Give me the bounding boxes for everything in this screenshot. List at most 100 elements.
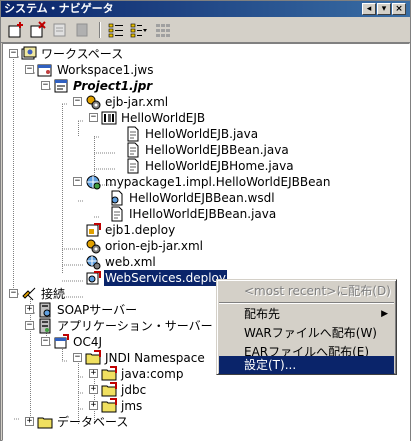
list-view-icon[interactable] <box>107 21 125 39</box>
web-service-icon <box>85 174 101 190</box>
tree-item-label: JNDI Namespace <box>105 351 205 365</box>
tree-item-label: 接続 <box>41 287 66 301</box>
collapse-toggle[interactable]: − <box>41 337 50 346</box>
window-title: システム・ナビゲータ <box>4 2 114 15</box>
java-file-icon <box>125 126 141 142</box>
menu-separator <box>219 302 394 304</box>
tree-item-workspace[interactable]: Workspace1.jws <box>37 62 154 78</box>
expand-toggle[interactable]: + <box>25 305 34 314</box>
grid-view-icon <box>154 21 172 39</box>
tree-item-helloworldejb[interactable]: HelloWorldEJB <box>101 110 206 126</box>
menu-item-deploy-to[interactable]: 配布先 ▶ <box>219 305 394 324</box>
expand-toggle[interactable]: + <box>25 417 34 426</box>
tree-item-label: mypackage1.impl.HelloWorldEJBBean <box>105 175 331 189</box>
tree-item-label: java:comp <box>121 367 184 381</box>
collapse-toggle[interactable]: − <box>73 97 82 106</box>
expand-toggle[interactable]: + <box>89 385 98 394</box>
sort-list-icon[interactable] <box>129 21 147 39</box>
tree-item-java-file[interactable]: HelloWorldEJB.java <box>125 126 259 142</box>
project-icon <box>53 78 69 94</box>
collapse-toggle[interactable]: − <box>73 353 82 362</box>
tree-item-workspaces[interactable]: ワークスペース <box>21 46 124 62</box>
tree-item-label: IHelloWorldEJBBean.java <box>129 207 277 221</box>
tree-item-soap-server[interactable]: SOAPサーバー <box>37 302 138 318</box>
tree-item-java-file[interactable]: IHelloWorldEJBBean.java <box>109 206 277 222</box>
tree-item-java-comp[interactable]: java:comp <box>101 366 184 382</box>
tree-item-label: SOAPサーバー <box>57 303 138 317</box>
tree-item-database[interactable]: データベース <box>37 414 129 430</box>
tree-item-label: Workspace1.jws <box>57 63 154 77</box>
oc4j-icon <box>53 334 69 350</box>
toolbar <box>1 18 410 43</box>
disabled-icon-2 <box>73 21 91 39</box>
tree-item-connections[interactable]: 接続 <box>21 286 66 302</box>
tree-item-label: データベース <box>57 415 129 429</box>
tree-item-jndi-namespace[interactable]: JNDI Namespace <box>85 350 206 366</box>
collapse-toggle[interactable]: − <box>41 81 50 90</box>
float-button[interactable]: ◂ <box>362 3 376 15</box>
java-file-icon <box>125 158 141 174</box>
tree-item-ejb-jar-xml[interactable]: ejb-jar.xml <box>85 94 169 110</box>
collapse-toggle[interactable]: − <box>73 177 82 186</box>
tree-item-label: orion-ejb-jar.xml <box>105 239 204 253</box>
tree-item-label: HelloWorldEJBBean.wsdl <box>129 191 275 205</box>
connections-icon <box>21 286 37 302</box>
menu-item-deploy-war[interactable]: WARファイルへ配布(W) <box>219 324 394 343</box>
navigator-tree[interactable]: − − − − − − − + − − − + + + + ワークスペース Wo… <box>2 43 410 441</box>
folder-icon <box>85 350 101 366</box>
collapse-toggle[interactable]: − <box>25 65 34 74</box>
expand-toggle[interactable]: + <box>89 401 98 410</box>
expand-toggle[interactable]: + <box>89 369 98 378</box>
tree-item-label: アプリケーション・サーバー <box>57 319 213 333</box>
workspace-icon <box>37 62 53 78</box>
wsdl-file-icon <box>109 190 125 206</box>
collapse-toggle[interactable]: − <box>25 321 34 330</box>
java-file-icon <box>109 206 125 222</box>
web-xml-icon <box>85 254 101 270</box>
tree-item-java-file[interactable]: HelloWorldEJBHome.java <box>125 158 295 174</box>
menu-item-settings[interactable]: 設定(T)... <box>219 356 394 374</box>
system-navigator-window: システム・ナビゲータ ◂ ▾ × − − − − − − − + − − − +… <box>0 0 411 441</box>
collapse-toggle[interactable]: − <box>89 113 98 122</box>
tree-item-label: ejb1.deploy <box>105 223 176 237</box>
java-file-icon <box>125 142 141 158</box>
tree-item-label: ワークスペース <box>41 47 124 61</box>
title-bar[interactable]: システム・ナビゲータ ◂ ▾ × <box>1 1 410 17</box>
tree-item-webservices-deploy[interactable]: WebServices.deploy <box>85 269 228 287</box>
menu-item-label: 配布先 <box>244 307 281 321</box>
tree-item-java-file[interactable]: HelloWorldEJBBean.java <box>125 142 290 158</box>
app-server-icon <box>37 318 53 334</box>
tree-item-orion-xml[interactable]: orion-ejb-jar.xml <box>85 238 204 254</box>
tree-item-web-service[interactable]: mypackage1.impl.HelloWorldEJBBean <box>85 174 331 190</box>
tree-item-label: web.xml <box>105 255 156 269</box>
tree-item-jdbc[interactable]: jdbc <box>101 382 147 398</box>
folder-icon <box>37 414 53 430</box>
tree-item-oc4j[interactable]: OC4J <box>53 334 103 350</box>
folder-icon <box>101 366 117 382</box>
menu-item-deploy-recent[interactable]: <most recent>に配布(D) <box>219 282 394 301</box>
new-icon[interactable] <box>7 21 25 39</box>
ejb-icon <box>101 110 117 126</box>
remove-icon[interactable] <box>29 21 47 39</box>
workspaces-icon <box>21 46 37 62</box>
toolbar-separator <box>99 22 101 38</box>
tree-item-label: HelloWorldEJBHome.java <box>145 159 294 173</box>
folder-icon <box>101 398 117 414</box>
tree-item-jms[interactable]: jms <box>101 398 143 414</box>
submenu-arrow-icon: ▶ <box>381 309 388 319</box>
close-button[interactable]: × <box>392 3 406 15</box>
tree-item-label: Project1.jpr <box>73 79 153 93</box>
collapse-toggle[interactable]: − <box>9 289 18 298</box>
tree-item-app-server[interactable]: アプリケーション・サーバー <box>37 318 214 334</box>
minimize-button[interactable]: ▾ <box>377 3 391 15</box>
tree-item-label: WebServices.deploy <box>103 269 228 287</box>
tree-item-project[interactable]: Project1.jpr <box>53 78 153 94</box>
ejb-xml-icon <box>85 238 101 254</box>
context-menu: <most recent>に配布(D) 配布先 ▶ WARファイルへ配布(W) … <box>216 279 397 375</box>
tree-item-web-xml[interactable]: web.xml <box>85 254 157 270</box>
tree-item-ejb-deploy[interactable]: ejb1.deploy <box>85 222 176 238</box>
tree-item-label: HelloWorldEJBBean.java <box>145 143 289 157</box>
disabled-icon-1 <box>51 21 69 39</box>
collapse-toggle[interactable]: − <box>9 49 18 58</box>
tree-item-wsdl-file[interactable]: HelloWorldEJBBean.wsdl <box>109 190 276 206</box>
